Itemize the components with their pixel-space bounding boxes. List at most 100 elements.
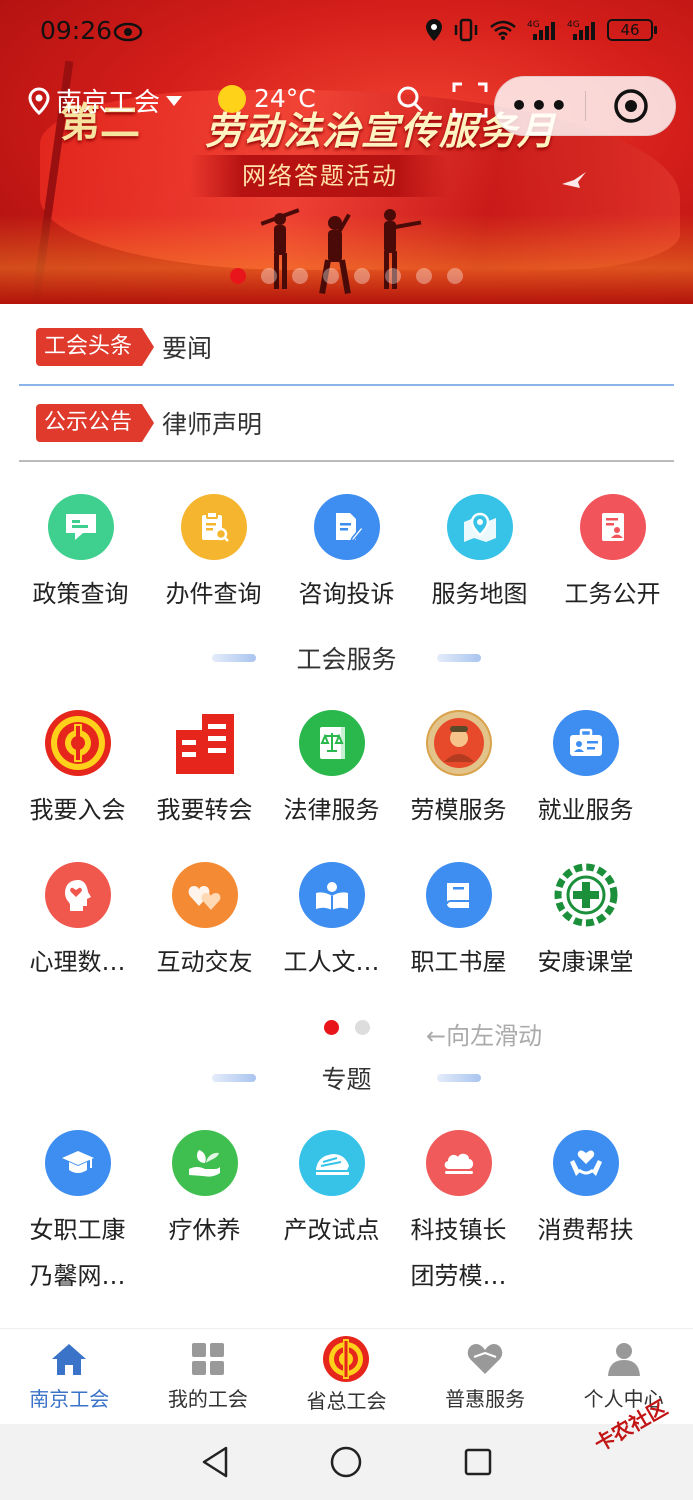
- quick-service-policy[interactable]: 政策查询: [14, 494, 147, 614]
- topics-grid: 女职工康 乃馨网… 疗休养 产改试点 科技镇长 团劳模… 消费帮扶: [14, 1130, 679, 1296]
- swipe-hint: ←向左滑动: [426, 1022, 543, 1050]
- service-model-worker[interactable]: 劳模服务: [395, 710, 522, 830]
- tab-label: 省总工会: [306, 1389, 387, 1413]
- banner-dot[interactable]: [416, 268, 432, 284]
- document-person-icon: [579, 494, 646, 560]
- quick-service-label: 服务地图: [431, 580, 528, 608]
- topic-label: 产改试点: [283, 1216, 380, 1244]
- graduation-cap-icon: [44, 1130, 111, 1196]
- service-label: 就业服务: [537, 796, 634, 824]
- service-label: 心理数…: [29, 948, 126, 976]
- service-legal[interactable]: 法律服务: [268, 710, 395, 830]
- tab-personal-center[interactable]: 个人中心: [554, 1329, 693, 1424]
- open-book-icon: [298, 862, 365, 928]
- union-services-row-2: 心理数… 互动交友 工人文… 职工书屋 安康课堂: [14, 862, 679, 982]
- recent-apps-icon[interactable]: [463, 1447, 493, 1477]
- service-employment[interactable]: 就业服务: [522, 710, 649, 830]
- grid-icon: [191, 1343, 224, 1375]
- topic-label-line2: 团劳模…: [410, 1262, 507, 1290]
- service-bookhouse[interactable]: 职工书屋: [395, 862, 522, 982]
- train-icon: [298, 1130, 365, 1196]
- news-headline-row[interactable]: 工会头条 要闻: [19, 310, 674, 386]
- announcement-row[interactable]: 公示公告 律师声明: [19, 386, 674, 462]
- quick-service-public[interactable]: 工务公开: [546, 494, 679, 614]
- banner-dot[interactable]: [385, 268, 401, 284]
- home-circle-icon[interactable]: [329, 1445, 363, 1479]
- news-text[interactable]: 要闻: [162, 329, 212, 365]
- topic-label-line2: 乃馨网…: [29, 1262, 126, 1290]
- sun-icon: [218, 84, 246, 113]
- service-health-class[interactable]: 安康课堂: [522, 862, 649, 982]
- quick-service-map[interactable]: 服务地图: [413, 494, 546, 614]
- location-pin-icon: [28, 86, 50, 115]
- topic-recuperation[interactable]: 疗休养: [141, 1130, 268, 1296]
- system-navigation-bar: [0, 1424, 693, 1500]
- service-join-union[interactable]: 我要入会: [14, 710, 141, 830]
- news-text[interactable]: 律师声明: [162, 405, 262, 441]
- clipboard-search-icon: [180, 494, 247, 560]
- quick-service-complaint[interactable]: 咨询投诉: [280, 494, 413, 614]
- banner-subtitle: 网络答题活动: [190, 155, 450, 197]
- quick-service-case[interactable]: 办件查询: [147, 494, 280, 614]
- close-miniprogram-button[interactable]: [586, 88, 675, 124]
- service-social[interactable]: 互动交友: [141, 862, 268, 982]
- search-icon[interactable]: [395, 84, 425, 114]
- tab-my-union[interactable]: 我的工会: [139, 1329, 278, 1424]
- service-psychology[interactable]: 心理数…: [14, 862, 141, 982]
- location-selector[interactable]: 南京工会: [28, 82, 183, 119]
- location-status-icon: [426, 19, 442, 41]
- heading-decoration: [437, 654, 481, 662]
- tab-benefit-services[interactable]: 普惠服务: [416, 1329, 555, 1424]
- banner-dot[interactable]: [292, 268, 308, 284]
- cloud-icon: [425, 1130, 492, 1196]
- hearts-icon: [171, 862, 238, 928]
- banner-pagination[interactable]: [230, 268, 463, 284]
- target-circle-icon: [613, 89, 648, 123]
- banner-dot[interactable]: [323, 268, 339, 284]
- status-time: 09:26: [40, 16, 113, 45]
- tab-nanjing-union[interactable]: 南京工会: [0, 1329, 139, 1424]
- signal-icon: 4G: [567, 20, 595, 40]
- dove-icon: [562, 172, 586, 188]
- topic-consumption-aid[interactable]: 消费帮扶: [522, 1130, 649, 1296]
- banner-dot[interactable]: [447, 268, 463, 284]
- topic-label: 女职工康: [29, 1216, 126, 1244]
- back-icon[interactable]: [200, 1445, 230, 1479]
- status-bar: 09:26 4G 4G 46: [0, 12, 693, 52]
- topic-reform-pilot[interactable]: 产改试点: [268, 1130, 395, 1296]
- page-dot[interactable]: [324, 1020, 339, 1035]
- miniprogram-capsule[interactable]: •••: [494, 76, 676, 136]
- service-label: 工人文…: [283, 948, 380, 976]
- services-pagination[interactable]: [324, 1020, 370, 1035]
- service-transfer-union[interactable]: 我要转会: [141, 710, 268, 830]
- service-label: 职工书屋: [410, 948, 507, 976]
- banner-dot[interactable]: [354, 268, 370, 284]
- medal-portrait-icon: [425, 710, 492, 776]
- health-cross-gear-icon: [553, 862, 619, 928]
- signal-icon: 4G: [527, 20, 555, 40]
- home-icon: [52, 1344, 87, 1375]
- heading-decoration: [212, 1074, 256, 1082]
- chevron-down-icon: [166, 95, 183, 106]
- section-title: 专题: [321, 1065, 372, 1094]
- service-label: 我要入会: [29, 796, 126, 824]
- topic-label: 科技镇长: [410, 1216, 507, 1244]
- tab-label: 普惠服务: [445, 1387, 526, 1411]
- heart-hands-icon: [552, 1130, 619, 1196]
- scan-icon[interactable]: [452, 82, 488, 118]
- union-emblem-icon: [323, 1336, 370, 1382]
- banner-dot[interactable]: [230, 268, 246, 284]
- tab-provincial-union[interactable]: 省总工会: [277, 1329, 416, 1424]
- union-services-heading: 工会服务: [0, 640, 693, 676]
- news-tag: 公示公告: [36, 404, 155, 442]
- more-menu-icon[interactable]: •••: [495, 92, 585, 120]
- person-icon: [607, 1343, 640, 1376]
- battery-indicator: 46: [607, 19, 657, 41]
- service-worker-culture[interactable]: 工人文…: [268, 862, 395, 982]
- union-services-row-1: 我要入会 我要转会 法律服务 劳模服务 就业服务: [14, 710, 679, 830]
- page-dot[interactable]: [355, 1020, 370, 1035]
- topic-tech-mayor[interactable]: 科技镇长 团劳模…: [395, 1130, 522, 1296]
- union-emblem-icon: [44, 710, 111, 776]
- banner-dot[interactable]: [261, 268, 277, 284]
- topic-women-workers[interactable]: 女职工康 乃馨网…: [14, 1130, 141, 1296]
